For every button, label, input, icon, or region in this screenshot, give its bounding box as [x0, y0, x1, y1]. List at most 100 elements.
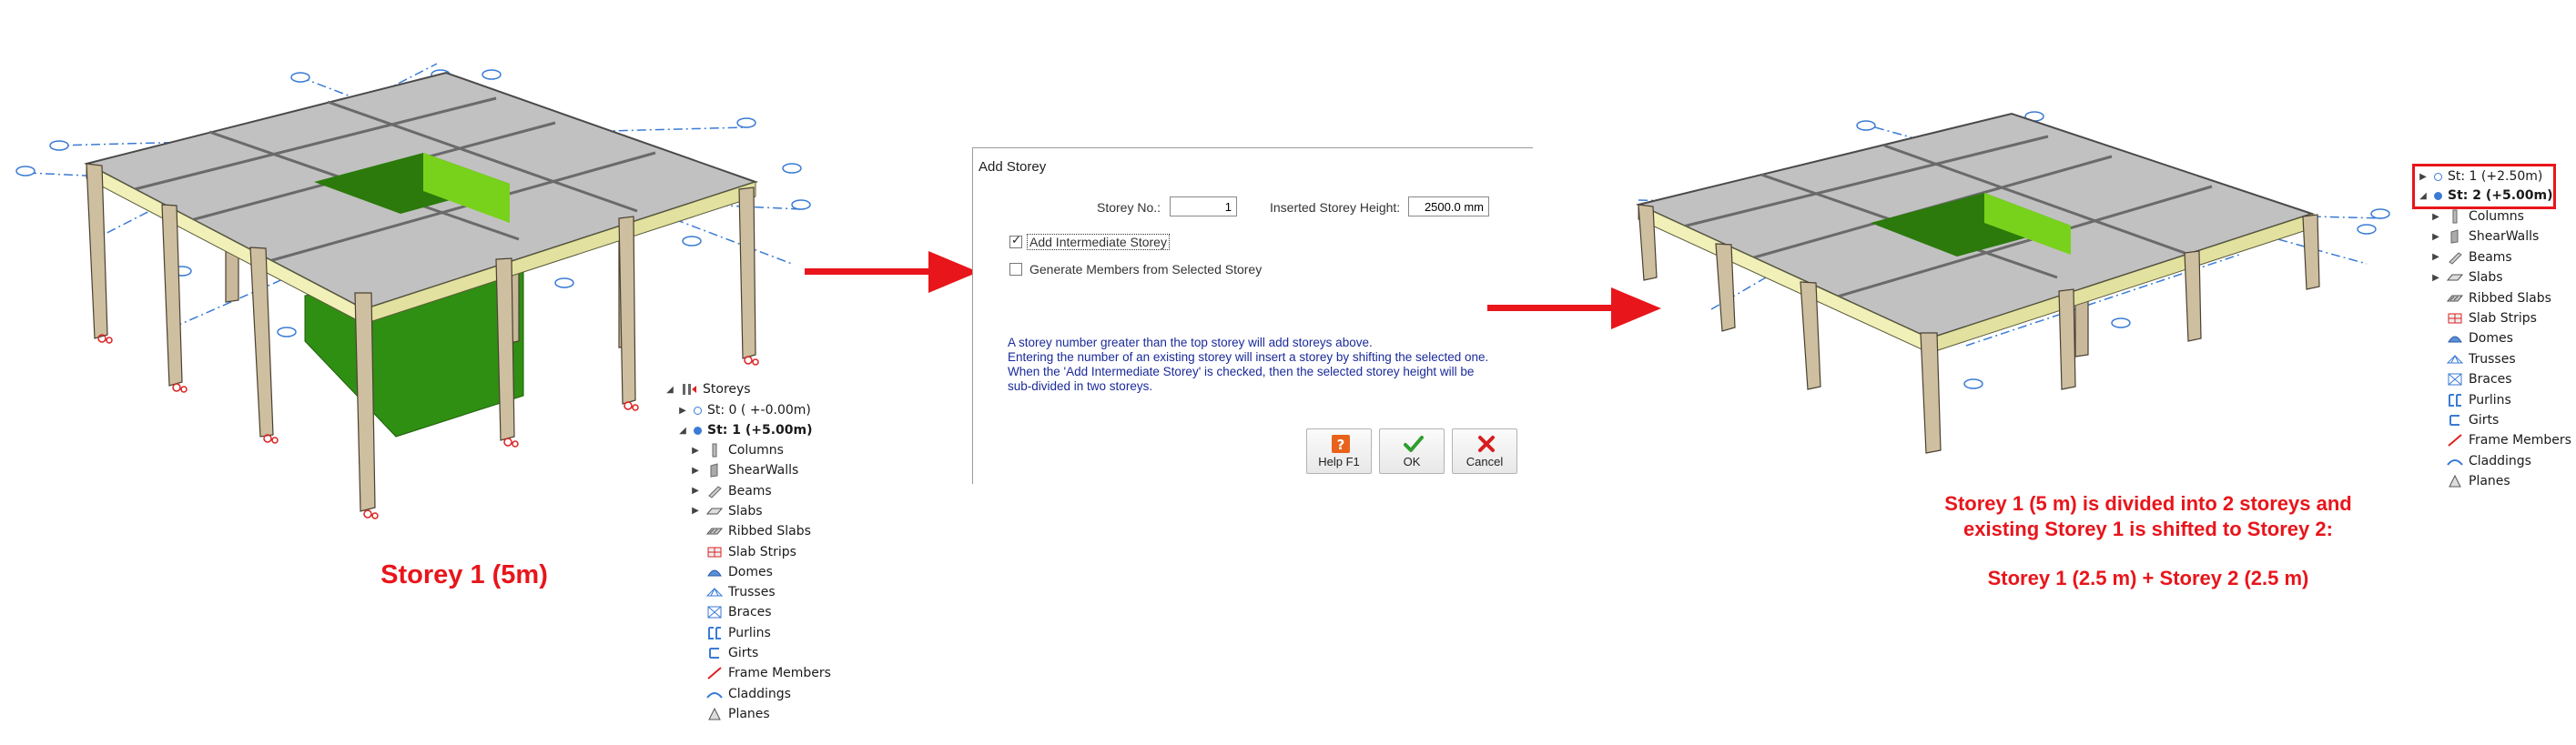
claddings-icon	[2447, 458, 2463, 466]
expand-icon[interactable]: ▶	[690, 486, 701, 496]
tree-member-label: Slabs	[2469, 270, 2503, 286]
ok-button[interactable]: OK	[1379, 428, 1445, 474]
close-icon	[1478, 436, 1495, 452]
braces-icon	[707, 606, 722, 619]
tree-member-label: Ribbed Slabs	[728, 524, 811, 539]
info-line: A storey number greater than the top sto…	[1008, 336, 1373, 349]
tree-member-label: Braces	[2469, 372, 2512, 388]
columns-icon	[712, 443, 717, 458]
tree-member-slab-strips[interactable]: Slab Strips	[690, 543, 796, 561]
collapse-icon[interactable]: ◢	[2418, 191, 2429, 201]
tree-member-frame-members[interactable]: Frame Members	[690, 664, 831, 682]
generate-members-checkbox[interactable]	[1009, 263, 1022, 276]
storey-no-input[interactable]	[1170, 196, 1237, 216]
add-storey-dialog[interactable]: Add Storey Storey No.: Inserted Storey H…	[972, 147, 1533, 484]
planes-icon	[708, 707, 721, 720]
tree-root-storeys[interactable]: ◢ Storeys	[664, 380, 750, 398]
tree-member-domes[interactable]: Domes	[690, 563, 773, 581]
tree-member-claddings[interactable]: Claddings	[2430, 452, 2531, 470]
expand-icon[interactable]: ▶	[2430, 252, 2441, 262]
tree-member-planes[interactable]: Planes	[690, 705, 770, 723]
collapse-icon[interactable]: ◢	[664, 385, 675, 395]
tree-member-purlins[interactable]: Purlins	[690, 624, 771, 642]
expand-icon[interactable]: ▶	[690, 506, 701, 516]
tree-member-slabs[interactable]: ▶ Slabs	[2430, 268, 2503, 287]
slab-strips-icon	[2448, 313, 2462, 324]
expand-icon[interactable]: ▶	[677, 406, 688, 416]
collapse-icon[interactable]: ◢	[677, 426, 688, 436]
tree-storey-0[interactable]: ▶ St: 0 ( +-0.00m)	[677, 401, 811, 419]
tree-member-trusses[interactable]: Trusses	[690, 583, 776, 601]
domes-icon	[2448, 336, 2462, 343]
expand-icon[interactable]: ▶	[690, 446, 701, 456]
tree-member-slabs[interactable]: ▶ Slabs	[690, 502, 763, 520]
tree-member-label: Planes	[728, 706, 770, 721]
slabs-icon	[706, 508, 723, 515]
tree-member-planes[interactable]: Planes	[2430, 472, 2510, 490]
tree-member-claddings[interactable]: Claddings	[690, 685, 791, 703]
tree-storey-2[interactable]: ◢ St: 2 (+5.00m)	[2418, 186, 2552, 205]
dialog-title: Add Storey	[979, 159, 1047, 175]
tree-member-frame-members[interactable]: Frame Members	[2430, 431, 2571, 449]
storey-no-label: Storey No.:	[1097, 200, 1161, 215]
storey-icon	[694, 406, 702, 415]
tree-member-label: Planes	[2469, 474, 2510, 489]
tree-member-label: Girts	[728, 646, 759, 660]
beams-icon	[2449, 252, 2462, 265]
generate-members-label[interactable]: Generate Members from Selected Storey	[1029, 262, 1262, 277]
tree-member-label: ShearWalls	[728, 463, 799, 478]
beams-icon	[708, 485, 722, 498]
tree-member-beams[interactable]: ▶ Beams	[2430, 248, 2512, 267]
slabs-icon	[2447, 274, 2463, 281]
checkmark-icon	[1404, 436, 1424, 452]
help-button[interactable]: ? Help F1	[1306, 428, 1372, 474]
add-intermediate-storey-label[interactable]: Add Intermediate Storey	[1027, 234, 1170, 250]
tree-storey-1[interactable]: ◢ St: 1 (+5.00m)	[677, 421, 812, 439]
tree-member-label: ShearWalls	[2469, 229, 2540, 245]
trusses-icon	[706, 587, 723, 597]
left-storey-tree[interactable]: ◢ Storeys ▶ St: 0 ( +-0.00m) ◢ St: 1 (+5…	[664, 380, 847, 726]
right-structure-model[interactable]	[1584, 100, 2403, 464]
tree-member-columns[interactable]: ▶ Columns	[690, 441, 784, 459]
inserted-storey-height-input[interactable]	[1408, 196, 1489, 216]
tree-member-columns[interactable]: ▶ Columns	[2430, 207, 2524, 226]
tree-member-ribbed-slabs[interactable]: Ribbed Slabs	[690, 522, 811, 540]
tree-member-shearwalls[interactable]: ▶ ShearWalls	[690, 461, 798, 479]
tree-member-label: Trusses	[728, 585, 776, 600]
expand-icon[interactable]: ▶	[2430, 212, 2441, 222]
tree-member-beams[interactable]: ▶ Beams	[690, 482, 772, 500]
expand-icon[interactable]: ▶	[2430, 273, 2441, 283]
tree-member-purlins[interactable]: Purlins	[2430, 391, 2511, 409]
tree-storey-1[interactable]: ▶ St: 1 (+2.50m)	[2418, 167, 2542, 186]
cancel-button[interactable]: Cancel	[1452, 428, 1517, 474]
tree-member-trusses[interactable]: Trusses	[2430, 350, 2516, 368]
add-intermediate-storey-checkbox[interactable]	[1009, 233, 1022, 248]
tree-member-braces[interactable]: Braces	[2430, 370, 2512, 388]
tree-member-label: Beams	[728, 483, 772, 498]
tree-member-girts[interactable]: Girts	[2430, 411, 2499, 429]
expand-icon[interactable]: ▶	[2430, 232, 2441, 242]
storey-icon	[2434, 172, 2442, 181]
info-line: Entering the number of an existing store…	[1008, 350, 1489, 364]
planes-icon	[2449, 475, 2461, 488]
tree-member-label: Braces	[728, 605, 772, 620]
tree-member-label: Slabs	[728, 503, 763, 518]
expand-icon[interactable]: ▶	[2418, 172, 2429, 182]
tree-member-girts[interactable]: Girts	[690, 644, 758, 662]
tree-member-slab-strips[interactable]: Slab Strips	[2430, 309, 2537, 327]
columns-icon	[2452, 209, 2458, 224]
info-line: sub-divided in two storeys.	[1008, 379, 1153, 393]
tree-member-label: Girts	[2469, 413, 2500, 428]
right-storey-tree[interactable]: ▶ St: 1 (+2.50m) ◢ St: 2 (+5.00m) ▶ Colum…	[2412, 164, 2571, 491]
storey-active-icon	[694, 426, 702, 435]
tree-member-domes[interactable]: Domes	[2430, 329, 2513, 347]
girts-icon	[709, 648, 719, 659]
purlins-icon	[2449, 393, 2461, 407]
tree-member-label: Purlins	[728, 625, 771, 640]
tree-member-shearwalls[interactable]: ▶ ShearWalls	[2430, 227, 2539, 246]
expand-icon[interactable]: ▶	[690, 466, 701, 476]
tree-member-label: Beams	[2469, 249, 2512, 265]
dialog-info-text: A storey number greater than the top sto…	[1008, 336, 1517, 394]
tree-member-braces[interactable]: Braces	[690, 603, 772, 621]
tree-member-ribbed-slabs[interactable]: Ribbed Slabs	[2430, 289, 2551, 307]
